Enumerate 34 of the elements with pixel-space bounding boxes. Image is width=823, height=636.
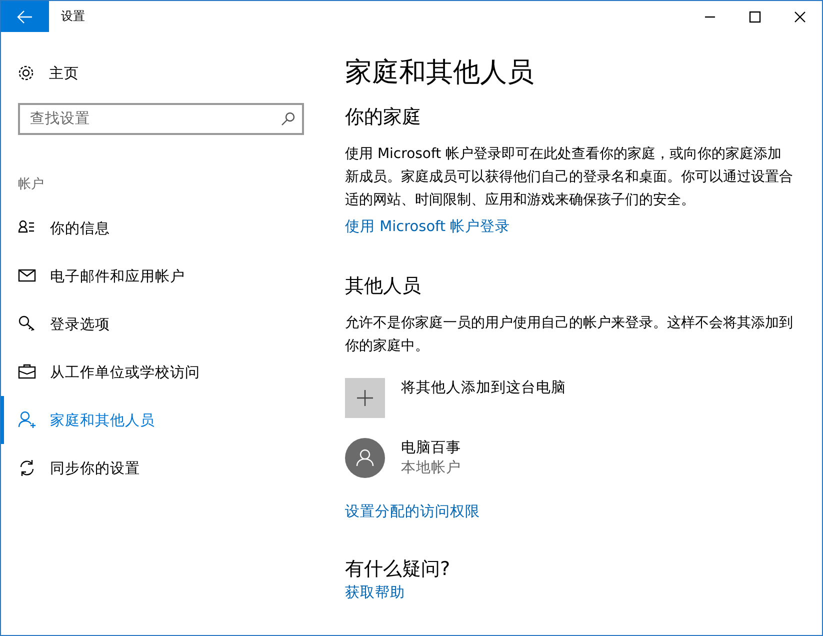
key-icon bbox=[18, 315, 36, 333]
search-field[interactable]: 查找设置 bbox=[18, 103, 304, 135]
maximize-icon bbox=[748, 10, 760, 22]
briefcase-icon bbox=[18, 363, 36, 381]
description-text: 允许不是你家庭一员的用户使用自己的帐户来登录。这样不会将其添加到你的家庭中。 bbox=[345, 314, 794, 356]
nav-item[interactable]: 电子邮件和应用帐户 bbox=[1, 252, 321, 300]
gear-icon bbox=[17, 64, 35, 82]
help-link[interactable]: 获取帮助 bbox=[345, 583, 405, 602]
section-heading: 你的家庭 bbox=[345, 105, 421, 130]
page-title: 家庭和其他人员 bbox=[345, 56, 534, 90]
nav-item[interactable]: 登录选项 bbox=[1, 300, 321, 348]
section-heading: 有什么疑问? bbox=[345, 557, 450, 582]
home-link[interactable]: 主页 bbox=[49, 64, 79, 82]
close-icon bbox=[794, 10, 806, 22]
search-icon bbox=[281, 112, 295, 126]
account-type: 本地帐户 bbox=[401, 459, 461, 478]
description-text: 使用 Microsoft 帐户登录即可在此处查看你的家庭，或向你的家庭添加新成员。家庭成员可以获得他们自己的登录名和桌面。你可以通过设置合适的网站、时间限制、应用和游戏来确保孩子们的安全。 bbox=[345, 145, 794, 210]
nav-item[interactable]: 同步你的设置 bbox=[1, 444, 321, 492]
person-avatar-icon bbox=[345, 438, 385, 478]
sign-in-link[interactable]: 使用 Microsoft 帐户登录 bbox=[345, 217, 510, 236]
sync-icon bbox=[18, 459, 36, 477]
nav-item[interactable]: 家庭和其他人员 bbox=[1, 396, 321, 444]
nav-item[interactable]: 你的信息 bbox=[1, 204, 321, 252]
user-name: 电脑百事 bbox=[401, 439, 461, 458]
window-title: 设置 bbox=[61, 8, 85, 25]
back-button[interactable] bbox=[1, 1, 49, 32]
plus-icon bbox=[345, 378, 385, 418]
section-heading: 其他人员 bbox=[345, 274, 421, 299]
add-user-button[interactable]: 将其他人添加到这台电脑 bbox=[401, 378, 566, 398]
person-add-icon bbox=[18, 411, 36, 429]
section-label: 帐户 bbox=[18, 176, 45, 194]
back-arrow-icon bbox=[17, 10, 33, 24]
assigned-access-link[interactable]: 设置分配的访问权限 bbox=[345, 502, 480, 521]
nav-item[interactable]: 从工作单位或学校访问 bbox=[1, 348, 321, 396]
